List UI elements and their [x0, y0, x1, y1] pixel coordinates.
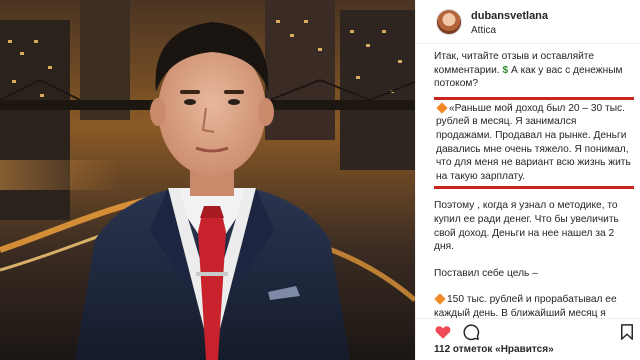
caption-paragraph: Поэтому , когда я узнал о методике, то к… [434, 200, 619, 253]
caption-goal-text: 150 тыс. рублей и прорабатывал ее каждый… [434, 294, 617, 318]
post-actions [416, 318, 640, 342]
money-bag-icon: $ [502, 64, 509, 76]
orange-diamond-icon [434, 293, 446, 305]
caption-paragraph-goal: 150 тыс. рублей и прорабатывал ее каждый… [434, 293, 634, 318]
caption-paragraph: Поставил себе цель – [434, 267, 538, 279]
bookmark-icon[interactable] [618, 323, 636, 341]
orange-diamond-icon [436, 101, 448, 114]
avatar[interactable] [436, 9, 462, 35]
likes-count[interactable]: 112 отметок «Нравится» [434, 344, 554, 355]
heart-icon[interactable] [434, 323, 452, 341]
comment-icon[interactable] [462, 323, 480, 341]
man-in-suit-city-photo [0, 0, 415, 360]
caption-intro: Итак, читайте отзыв и оставляйте коммент… [434, 50, 634, 91]
post-caption: Итак, читайте отзыв и оставляйте коммент… [434, 50, 634, 318]
highlighted-quote: «Раньше мой доход был 20 – 30 тыс. рубле… [434, 96, 634, 190]
post-header: dubansvetlana Attica [416, 0, 640, 44]
post-panel: dubansvetlana Attica Итак, читайте отзыв… [415, 0, 640, 360]
quote-text: «Раньше мой доход был 20 – 30 тыс. рубле… [436, 102, 631, 182]
username-link[interactable]: dubansvetlana [471, 10, 548, 22]
post-photo [0, 0, 415, 360]
location-link[interactable]: Attica [471, 25, 496, 36]
